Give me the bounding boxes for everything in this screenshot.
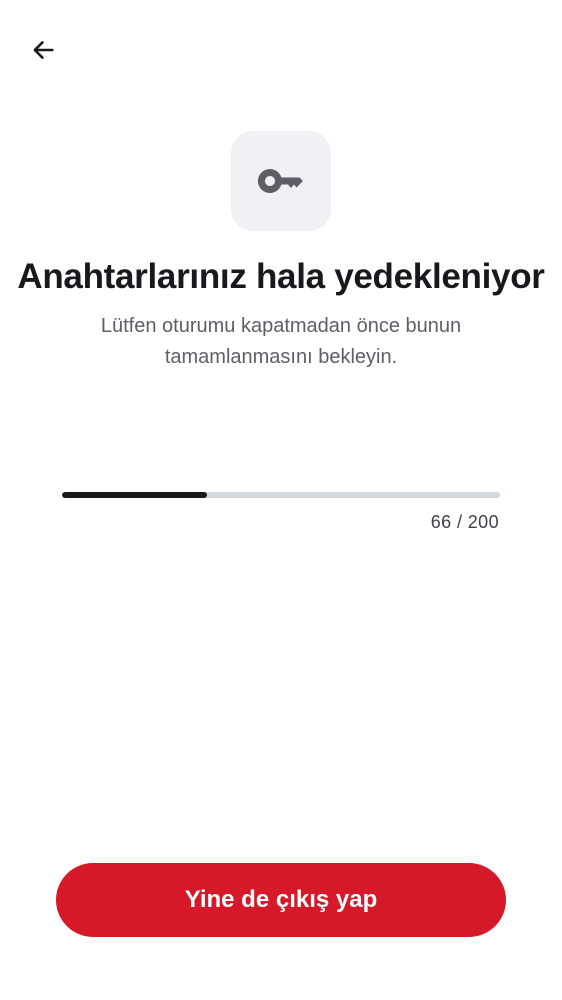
backup-in-progress-screen: Anahtarlarınız hala yedekleniyor Lütfen … bbox=[0, 0, 562, 1000]
arrow-left-icon bbox=[33, 41, 54, 59]
key-icon bbox=[257, 168, 303, 193]
backup-progress-count: 66 / 200 bbox=[430, 512, 499, 532]
backup-progress-fill bbox=[62, 492, 207, 498]
back-button[interactable] bbox=[22, 29, 64, 71]
sign-out-anyway-button[interactable]: Yine de çıkış yap bbox=[56, 863, 506, 937]
page-title: Anahtarlarınız hala yedekleniyor bbox=[17, 257, 545, 296]
key-icon-tile bbox=[231, 131, 331, 231]
page-subtitle: Lütfen oturumu kapatmadan önce bunun tam… bbox=[100, 315, 462, 368]
backup-progress-bar bbox=[62, 492, 500, 498]
